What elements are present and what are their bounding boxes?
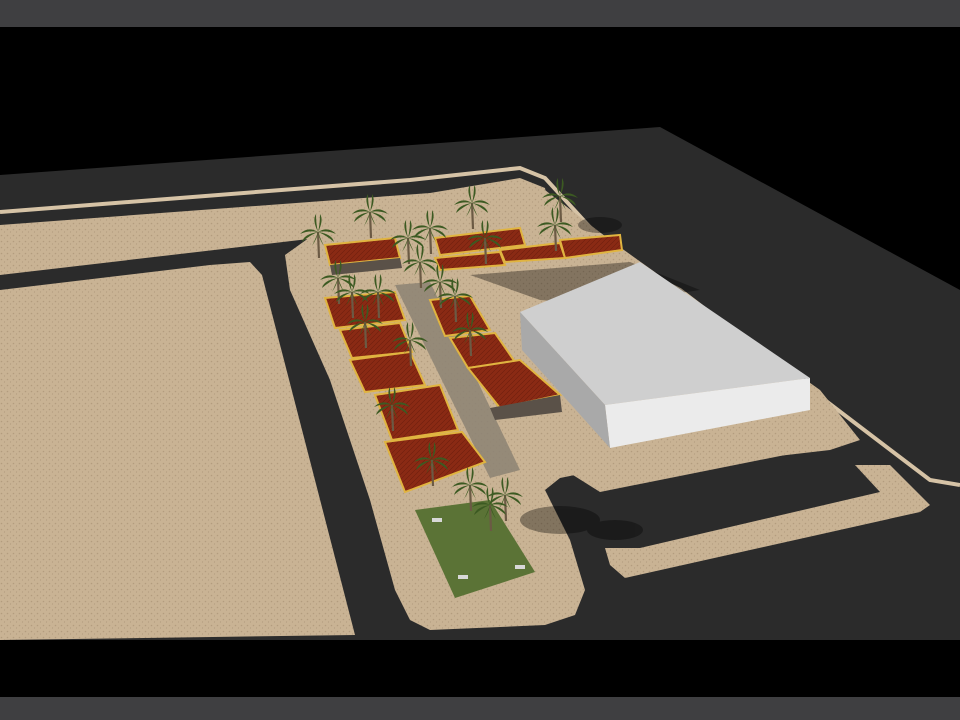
letterbox-top [0, 0, 960, 27]
letterbox-bottom [0, 697, 960, 720]
render-frame [0, 0, 960, 720]
bench [432, 518, 442, 522]
bench [458, 575, 468, 579]
bench [515, 565, 525, 569]
render-viewport [0, 27, 960, 697]
site-plan-scene [0, 127, 960, 640]
